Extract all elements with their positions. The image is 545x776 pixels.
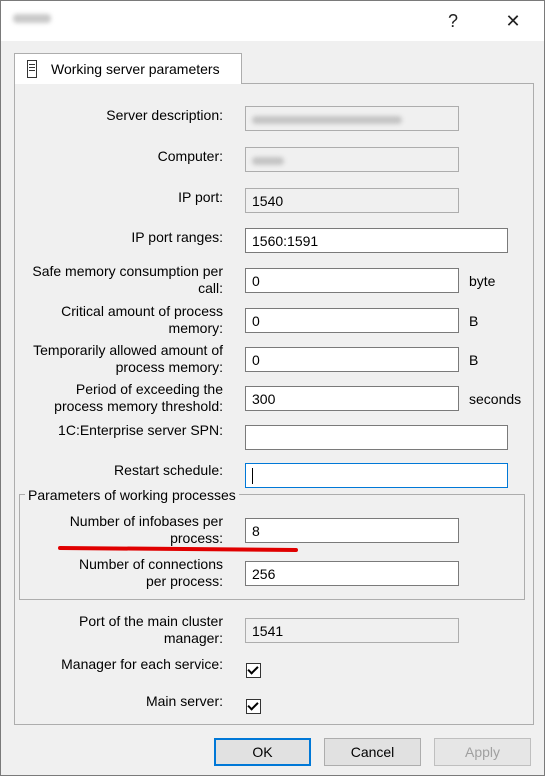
safe-memory-label: Safe memory consumption per call:: [32, 263, 223, 297]
manager-each-service-checkbox[interactable]: [246, 663, 261, 678]
close-button[interactable]: ✕: [493, 7, 533, 35]
connections-label: Number of connections per process:: [79, 556, 223, 590]
safe-memory-input[interactable]: 0: [245, 268, 459, 293]
safe-memory-unit: byte: [469, 273, 496, 289]
computer-field: [245, 147, 459, 172]
cluster-port-label-line1: Port of the main cluster: [79, 613, 223, 629]
text-caret: [252, 468, 253, 484]
temp-memory-label-line1: Temporarily allowed amount of: [33, 342, 223, 358]
ok-button[interactable]: OK: [214, 738, 311, 766]
restart-schedule-input[interactable]: [245, 463, 508, 488]
cluster-port-field: 1541: [245, 618, 459, 643]
critical-memory-unit: B: [469, 313, 479, 329]
dialog-window: ? ✕ Working server parameters Server des…: [0, 0, 545, 776]
infobases-input[interactable]: 8: [245, 518, 459, 543]
server-description-field: [245, 106, 459, 131]
document-icon: [27, 60, 37, 78]
infobases-label: Number of infobases per process:: [70, 513, 223, 547]
spn-label: 1C:Enterprise server SPN:: [58, 422, 223, 438]
cluster-port-label: Port of the main cluster manager:: [79, 613, 223, 647]
apply-button[interactable]: Apply: [434, 738, 531, 766]
server-description-label: Server description:: [106, 107, 223, 123]
infobases-label-line1: Number of infobases per: [69, 513, 223, 529]
ip-port-ranges-label: IP port ranges:: [131, 229, 223, 245]
ip-port-label: IP port:: [178, 189, 223, 205]
manager-each-service-label: Manager for each service:: [61, 656, 223, 672]
spn-input[interactable]: [245, 425, 508, 450]
period-exceeding-unit: seconds: [469, 391, 522, 407]
tab-working-server-parameters[interactable]: Working server parameters: [14, 53, 242, 84]
main-server-label: Main server:: [145, 693, 223, 709]
period-exceeding-label-line1: Period of exceeding the: [75, 381, 223, 397]
connections-input[interactable]: 256: [245, 561, 459, 586]
critical-memory-input[interactable]: 0: [245, 308, 459, 333]
tab-label: Working server parameters: [51, 61, 220, 77]
ip-port-field: 1540: [245, 188, 459, 213]
title-bar: ? ✕: [1, 1, 544, 41]
working-processes-group-title: Parameters of working processes: [25, 487, 239, 503]
connections-label-line2: per process:: [145, 573, 223, 589]
temp-memory-unit: B: [469, 352, 479, 368]
temp-memory-label-line2: process memory:: [115, 359, 223, 375]
critical-memory-label-line1: Critical amount of process: [61, 303, 223, 319]
temp-memory-input[interactable]: 0: [245, 347, 459, 372]
safe-memory-label-line2: call:: [198, 280, 223, 296]
cluster-port-label-line2: manager:: [163, 630, 223, 646]
restart-schedule-label: Restart schedule:: [114, 462, 223, 478]
infobases-label-line2: process:: [170, 530, 223, 546]
temp-memory-label: Temporarily allowed amount of process me…: [33, 342, 223, 376]
main-server-checkbox[interactable]: [246, 699, 261, 714]
redacted-value: [252, 157, 284, 165]
ip-port-ranges-input[interactable]: 1560:1591: [245, 228, 508, 253]
period-exceeding-input[interactable]: 300: [245, 386, 459, 411]
period-exceeding-label: Period of exceeding the process memory t…: [54, 381, 223, 415]
redacted-value: [252, 116, 402, 124]
critical-memory-label-line2: memory:: [168, 320, 223, 336]
safe-memory-label-line1: Safe memory consumption per: [32, 263, 223, 279]
period-exceeding-label-line2: process memory threshold:: [54, 398, 223, 414]
help-button[interactable]: ?: [433, 7, 473, 35]
connections-label-line1: Number of connections: [79, 556, 223, 572]
critical-memory-label: Critical amount of process memory:: [61, 303, 223, 337]
cancel-button[interactable]: Cancel: [324, 738, 421, 766]
computer-label: Computer:: [157, 148, 223, 164]
window-title: [13, 14, 51, 23]
